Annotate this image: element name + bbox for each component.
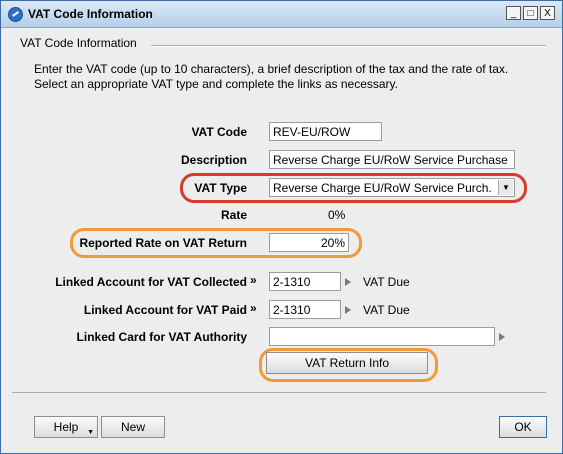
window-title: VAT Code Information [28,7,153,21]
section-description: Enter the VAT code (up to 10 characters)… [34,62,509,91]
reported-rate-label: Reported Rate on VAT Return [79,236,247,250]
maximize-button[interactable]: □ [523,6,538,20]
help-button[interactable]: Help ▼ [34,416,98,438]
chevron-down-icon[interactable]: ▼ [498,180,513,195]
linked-card-field[interactable] [269,327,495,346]
ok-button[interactable]: OK [499,416,547,438]
linked-paid-account-name: VAT Due [363,303,410,317]
rate-label: Rate [220,208,247,222]
section-title: VAT Code Information [20,36,137,50]
vat-type-value: Reverse Charge EU/RoW Service Purch. [273,181,492,195]
new-button[interactable]: New [101,416,165,438]
minimize-button[interactable]: _ [506,6,521,20]
linked-collected-arrow-icon[interactable] [345,278,351,286]
chevron-down-icon: ▼ [87,429,94,436]
linked-collected-chevron-icon[interactable]: » [250,273,257,287]
vat-code-window: VAT Code Information _ □ X VAT Code Info… [0,0,563,454]
linked-paid-chevron-icon[interactable]: » [250,301,257,315]
help-button-label: Help [53,420,79,434]
vat-type-label: VAT Type [194,181,247,195]
vat-code-label: VAT Code [191,125,247,139]
section-divider-highlight [151,46,546,47]
linked-collected-field[interactable]: 2-1310 [269,272,341,291]
footer-divider [12,392,546,393]
linked-paid-field[interactable]: 2-1310 [269,300,341,319]
linked-paid-arrow-icon[interactable] [345,306,351,314]
close-button[interactable]: X [540,6,555,20]
linked-collected-account-name: VAT Due [363,275,410,289]
linked-card-arrow-icon[interactable] [499,333,505,341]
linked-collected-label: Linked Account for VAT Collected [55,275,247,289]
vat-return-info-button[interactable]: VAT Return Info [266,352,428,374]
description-field[interactable]: Reverse Charge EU/RoW Service Purchase [269,150,515,169]
vat-code-field[interactable]: REV-EU/ROW [269,122,382,141]
description-label: Description [180,153,247,167]
linked-paid-label: Linked Account for VAT Paid [83,303,247,317]
app-icon [8,7,23,22]
vat-type-select[interactable]: Reverse Charge EU/RoW Service Purch. ▼ [269,178,515,197]
rate-value: 0% [328,208,346,222]
linked-card-label: Linked Card for VAT Authority [76,330,247,344]
title-bar[interactable]: VAT Code Information _ □ X [1,1,562,28]
reported-rate-field[interactable]: 20% [269,233,349,252]
